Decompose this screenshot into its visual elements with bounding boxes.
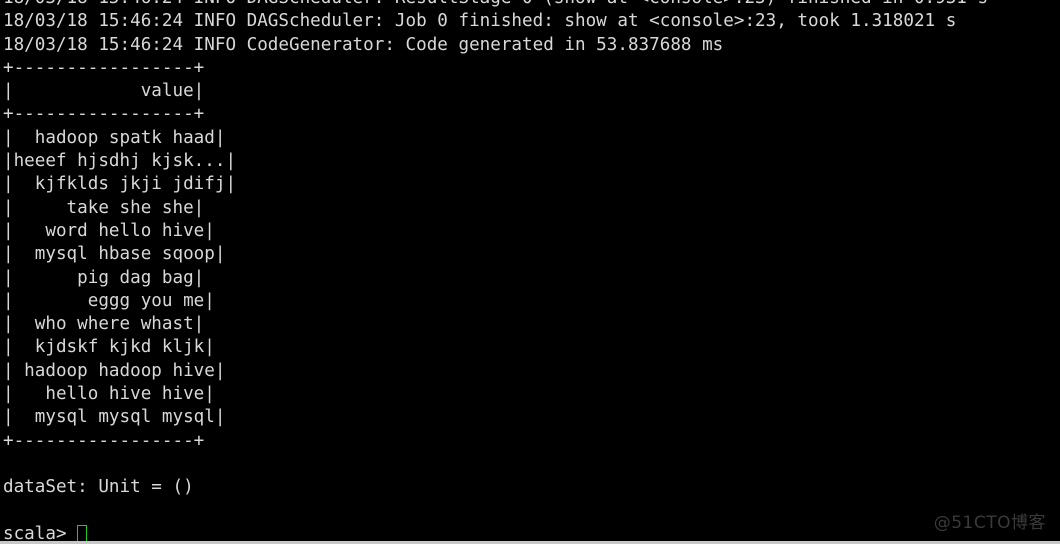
table-row: | pig dag bag| [3, 267, 205, 288]
log-line-0: 18/03/18 15:46:24 INFO DAGScheduler: Res… [3, 0, 1057, 10]
table-row: | kjdskf kjkd kljk| [3, 337, 215, 358]
table-top-border: +-----------------+ [3, 57, 205, 78]
table-row: | mysql hbase sqoop| [3, 244, 226, 265]
table-row: | word hello hive| [3, 220, 215, 241]
terminal-output: 18/03/18 15:46:24 INFO DAGScheduler: Res… [3, 0, 1057, 544]
table-row: |heeef hjsdhj kjsk...| [3, 151, 237, 172]
terminal-window[interactable]: 18/03/18 15:46:24 INFO DAGScheduler: Res… [0, 0, 1060, 544]
table-row: | mysql mysql mysql| [3, 407, 226, 428]
table-row: | kjfklds jkji jdifj| [3, 174, 237, 195]
watermark: @51CTO博客 [933, 513, 1046, 533]
table-row: | hadoop hadoop hive| [3, 360, 226, 381]
table-row: | hadoop spatk haad| [3, 127, 226, 148]
table-header-separator: +-----------------+ [3, 104, 205, 125]
scala-prompt-line[interactable]: scala> [3, 523, 1057, 544]
table-row: | eggg you me| [3, 290, 215, 311]
result-line: dataSet: Unit = () [3, 477, 194, 498]
table-bottom-border: +-----------------+ [3, 430, 205, 451]
table-row: | take she she| [3, 197, 205, 218]
log-line-1: 18/03/18 15:46:24 INFO DAGScheduler: Job… [3, 11, 957, 32]
table-header-row: | value| [3, 81, 205, 102]
table-row: | who where whast| [3, 314, 205, 335]
table-row: | hello hive hive| [3, 384, 215, 405]
prompt-label: scala> [3, 523, 78, 544]
text-cursor[interactable] [77, 524, 88, 541]
log-line-2: 18/03/18 15:46:24 INFO CodeGenerator: Co… [3, 34, 724, 55]
